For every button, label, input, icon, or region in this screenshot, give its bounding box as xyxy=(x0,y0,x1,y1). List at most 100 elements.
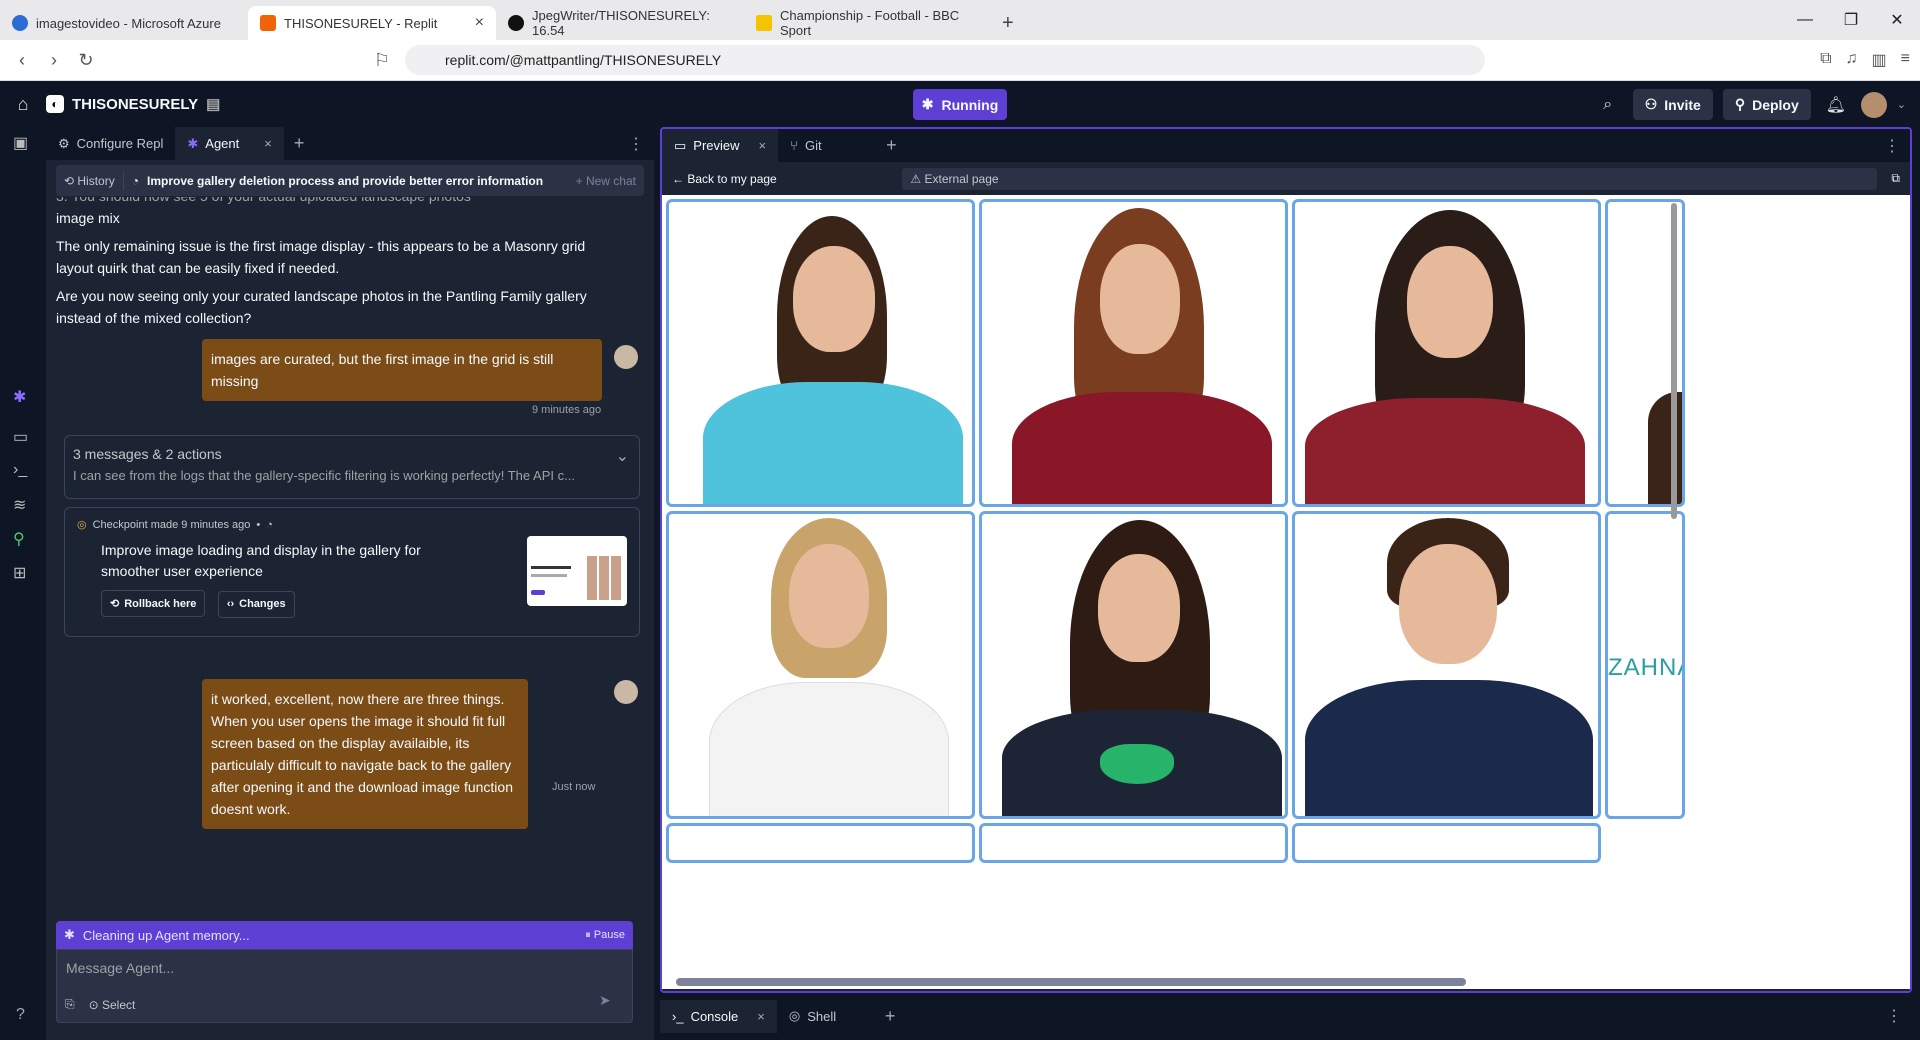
gear-icon: ⚙ xyxy=(58,135,70,151)
shell-rail-icon[interactable]: ›_ xyxy=(13,461,27,479)
avatar[interactable] xyxy=(1860,91,1887,118)
back-to-page-button[interactable]: ← Back to my page xyxy=(672,172,777,186)
tab-label: Agent xyxy=(205,136,240,151)
browser-tab-replit[interactable]: THISONESURELY - Replit × xyxy=(248,6,496,40)
gallery-image[interactable] xyxy=(666,823,975,863)
tab-agent[interactable]: ✱ Agent × xyxy=(175,127,284,160)
preview-rail-icon[interactable]: ▭ xyxy=(13,427,28,447)
chevron-down-icon[interactable]: ⌄ xyxy=(616,446,629,466)
external-page-field[interactable]: ⚠ External page xyxy=(902,167,1878,190)
reload-icon[interactable]: ↻ xyxy=(70,50,102,71)
tab-console[interactable]: ›_ Console × xyxy=(660,999,777,1033)
chevron-down-icon[interactable]: ⌄ xyxy=(1897,98,1906,111)
gallery-image[interactable] xyxy=(666,199,975,507)
puzzle-icon[interactable]: ⧉ xyxy=(1820,50,1831,70)
more-icon[interactable]: ⋮ xyxy=(628,134,654,154)
agent-icon: ✱ xyxy=(921,96,934,112)
browser-tab-label: JpegWriter/THISONESURELY: 16.54 xyxy=(532,8,710,38)
close-tab-icon[interactable]: × xyxy=(475,14,484,32)
sidebar-icon[interactable]: ▥ xyxy=(1872,50,1887,70)
files-icon[interactable]: ▣ xyxy=(13,133,28,153)
close-icon[interactable]: × xyxy=(759,138,767,153)
minimize-icon[interactable]: — xyxy=(1782,0,1828,40)
gallery-image[interactable] xyxy=(979,199,1288,507)
message-input[interactable]: Message Agent... ⎘ ⊙ Select ➤ xyxy=(56,949,633,1023)
more-icon[interactable]: ⋮ xyxy=(1884,136,1910,156)
changes-button[interactable]: ‹› Changes xyxy=(217,590,295,618)
checkpoint-text: Improve image loading and display in the… xyxy=(101,542,421,579)
browser-tab-strip: imagestovideo - Microsoft Azure THISONES… xyxy=(0,0,1920,40)
checkpoint-screenshot[interactable] xyxy=(527,536,627,606)
help-icon[interactable]: ? xyxy=(16,1006,25,1024)
deploy-button[interactable]: ⚲ Deploy xyxy=(1722,89,1811,120)
agent-rail-icon[interactable]: ✱ xyxy=(13,387,26,407)
send-icon[interactable]: ➤ xyxy=(599,992,623,1014)
database-icon[interactable]: ≋ xyxy=(13,495,26,515)
left-rail: ▣ ✱ ▭ ›_ ≋ ⚲ ⊞ xyxy=(0,127,46,1040)
vertical-scrollbar[interactable] xyxy=(1671,203,1677,519)
invite-button[interactable]: ⚇ Invite xyxy=(1632,89,1713,120)
open-external-icon[interactable]: ⧉ xyxy=(1891,171,1900,186)
tile-text: ZAHNÄ xyxy=(1608,654,1682,681)
browser-tab-github[interactable]: JpegWriter/THISONESURELY: 16.54 xyxy=(496,6,744,40)
url-field[interactable]: replit.com/@mattpantling/THISONESURELY xyxy=(405,45,1485,75)
message-timestamp: 9 minutes ago xyxy=(532,404,602,416)
browser-tab-label: imagestovideo - Microsoft Azure xyxy=(36,15,221,31)
attach-icon[interactable]: ⎘ xyxy=(65,997,75,1012)
tab-configure-repl[interactable]: ⚙ Configure Repl xyxy=(46,127,175,160)
home-icon[interactable]: ⌂ xyxy=(0,94,46,115)
history-button[interactable]: ⟲ History xyxy=(64,174,115,188)
all-tools-icon[interactable]: ⊞ xyxy=(13,563,26,583)
repl-name-label: THISONESURELY xyxy=(72,95,199,113)
gallery-image[interactable] xyxy=(979,511,1288,819)
gallery-image[interactable] xyxy=(666,511,975,819)
bookmark-icon[interactable]: ⚐ xyxy=(366,50,398,71)
new-chat-button[interactable]: + New chat xyxy=(576,174,636,188)
horizontal-scrollbar[interactable] xyxy=(676,978,1466,986)
agent-message: image mix xyxy=(56,203,596,229)
repl-info-icon[interactable]: ▤ xyxy=(206,95,220,113)
secrets-icon[interactable]: ⚲ xyxy=(13,529,25,549)
restore-icon[interactable]: ❐ xyxy=(1828,0,1874,40)
search-icon[interactable]: ⌕ xyxy=(1593,89,1623,120)
check-circle-icon: ◎ xyxy=(77,519,87,531)
back-icon[interactable]: ‹ xyxy=(6,50,38,71)
gallery-image[interactable] xyxy=(1292,199,1601,507)
gallery-image[interactable]: ZAHNÄ xyxy=(1605,511,1685,819)
new-tab-button[interactable]: + xyxy=(992,6,1024,40)
gallery-image[interactable] xyxy=(1292,823,1601,863)
close-icon[interactable]: × xyxy=(264,136,272,151)
repl-name[interactable]: ◐ THISONESURELY ▤ xyxy=(46,95,220,113)
select-button[interactable]: ⊙ Select xyxy=(89,998,136,1012)
forward-icon[interactable]: › xyxy=(38,50,70,71)
browser-tab-azure[interactable]: imagestovideo - Microsoft Azure xyxy=(0,6,248,40)
speedometer-icon: ◔ xyxy=(266,518,273,531)
menu-icon[interactable]: ≡ xyxy=(1901,50,1910,70)
close-window-icon[interactable]: ✕ xyxy=(1874,0,1920,40)
add-tab-button[interactable]: + xyxy=(875,1006,906,1027)
message-placeholder: Message Agent... xyxy=(66,960,175,976)
tab-label: Configure Repl xyxy=(76,136,164,151)
speedometer-icon: ◔ xyxy=(131,173,139,188)
gallery-image[interactable] xyxy=(1292,511,1601,819)
music-icon[interactable]: ♫ xyxy=(1846,50,1858,70)
partial-message-tail: image mix xyxy=(56,210,120,226)
run-status-button[interactable]: ✱ Running xyxy=(913,89,1007,120)
summary-text: I can see from the logs that the gallery… xyxy=(73,468,575,483)
gallery-image[interactable] xyxy=(979,823,1288,863)
rollback-button[interactable]: ⟲ Rollback here xyxy=(101,590,206,617)
deploy-icon: ⚲ xyxy=(1734,96,1746,112)
tab-git[interactable]: ⑂ Git xyxy=(778,129,876,162)
pause-button[interactable]: ⏸ Pause xyxy=(585,929,625,942)
divider xyxy=(122,171,124,190)
tab-preview[interactable]: ▭ Preview × xyxy=(662,129,779,162)
actions-summary[interactable]: 3 messages & 2 actions I can see from th… xyxy=(64,435,640,499)
browser-tab-bbc[interactable]: Championship - Football - BBC Sport xyxy=(744,6,992,40)
close-icon[interactable]: × xyxy=(757,1009,765,1024)
add-tab-button[interactable]: + xyxy=(876,135,907,156)
tab-shell[interactable]: ◎ Shell xyxy=(777,1000,875,1033)
add-tab-button[interactable]: + xyxy=(284,133,315,154)
notifications-icon[interactable]: 🔔︎ xyxy=(1821,89,1851,120)
chat-header: ⟲ History ◔ Improve gallery deletion pro… xyxy=(56,165,644,196)
more-icon[interactable]: ⋮ xyxy=(1886,1006,1912,1026)
